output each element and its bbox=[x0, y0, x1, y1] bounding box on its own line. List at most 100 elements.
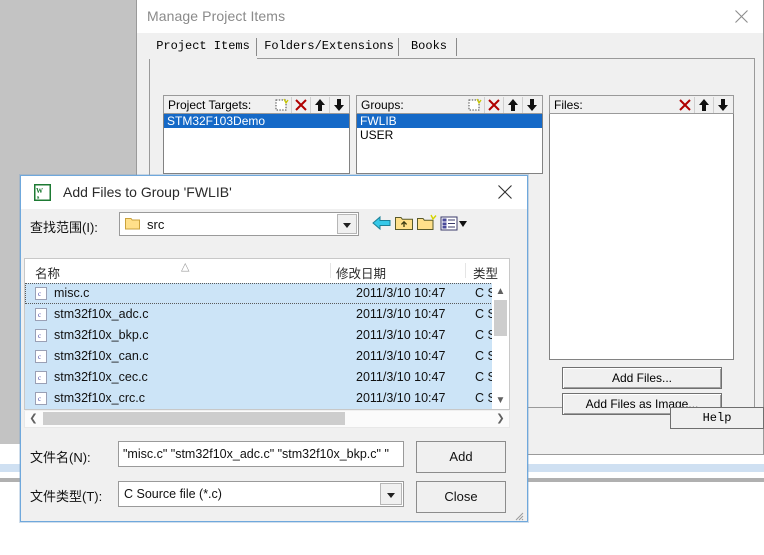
files-list[interactable] bbox=[549, 114, 734, 360]
manage-window-title: Manage Project Items bbox=[147, 8, 286, 24]
file-list[interactable]: 名称 修改日期 类型 △ c misc.c 2011/3/10 10:47 C … bbox=[24, 258, 510, 410]
file-date: 2011/3/10 10:47 bbox=[356, 349, 446, 363]
chevron-down-icon[interactable] bbox=[380, 483, 402, 505]
back-arrow-icon[interactable] bbox=[371, 213, 393, 238]
file-name: stm32f10x_cec.c bbox=[54, 370, 148, 384]
tab-bar: Project Items Folders/Extensions Books bbox=[149, 37, 755, 59]
move-down-icon[interactable] bbox=[522, 97, 541, 113]
move-up-icon[interactable] bbox=[503, 97, 522, 113]
svg-text:c: c bbox=[38, 374, 41, 382]
scroll-right-icon[interactable]: ❯ bbox=[492, 411, 509, 426]
scrollbar-thumb[interactable] bbox=[494, 300, 507, 336]
file-name-input[interactable]: "misc.c" "stm32f10x_adc.c" "stm32f10x_bk… bbox=[118, 441, 404, 467]
close-button[interactable]: Close bbox=[416, 481, 506, 513]
view-mode-icon[interactable] bbox=[440, 213, 468, 238]
table-row[interactable]: c stm32f10x_adc.c 2011/3/10 10:47 C Sc bbox=[25, 304, 509, 325]
groups-toolbar bbox=[466, 97, 541, 113]
keil-uvision-icon: W s bbox=[34, 184, 51, 201]
column-header-type[interactable]: 类型 bbox=[473, 263, 498, 282]
table-row[interactable]: c stm32f10x_crc.c 2011/3/10 10:47 C Sc bbox=[25, 388, 509, 409]
table-row[interactable]: c stm32f10x_bkp.c 2011/3/10 10:47 C Sc bbox=[25, 325, 509, 346]
svg-text:c: c bbox=[38, 332, 41, 340]
vertical-scrollbar[interactable]: ▲ ▼ bbox=[492, 283, 509, 409]
resize-grip[interactable] bbox=[512, 508, 524, 521]
tab-project-items[interactable]: Project Items bbox=[149, 37, 257, 58]
up-folder-icon[interactable] bbox=[394, 213, 414, 238]
file-type-combobox[interactable]: C Source file (*.c) bbox=[118, 481, 404, 507]
table-row[interactable]: c misc.c 2011/3/10 10:47 C Sc bbox=[25, 283, 509, 304]
file-date: 2011/3/10 10:47 bbox=[356, 328, 446, 342]
list-item-label: FWLIB bbox=[360, 114, 397, 128]
add-files-dialog-title: Add Files to Group 'FWLIB' bbox=[63, 184, 232, 200]
project-targets-panel: Project Targets: STM32F103Demo bbox=[163, 95, 350, 174]
c-file-icon: c bbox=[35, 392, 47, 405]
c-file-icon: c bbox=[35, 371, 47, 384]
project-targets-label: Project Targets: bbox=[168, 98, 252, 112]
add-files-button[interactable]: Add Files... bbox=[562, 367, 722, 389]
list-item-label: STM32F103Demo bbox=[167, 114, 266, 128]
chevron-down-icon[interactable] bbox=[337, 214, 357, 234]
move-up-icon[interactable] bbox=[310, 97, 329, 113]
list-item[interactable]: STM32F103Demo bbox=[164, 114, 349, 128]
add-button[interactable]: Add bbox=[416, 441, 506, 473]
column-header-name[interactable]: 名称 bbox=[35, 263, 60, 282]
look-in-label: 查找范围(I): bbox=[30, 220, 98, 235]
scroll-left-icon[interactable]: ❮ bbox=[25, 411, 42, 426]
move-down-icon[interactable] bbox=[329, 97, 348, 113]
delete-icon[interactable] bbox=[676, 97, 694, 113]
files-label: Files: bbox=[554, 98, 583, 112]
table-row[interactable]: c stm32f10x_cec.c 2011/3/10 10:47 C Sc bbox=[25, 367, 509, 388]
scroll-up-icon[interactable]: ▲ bbox=[492, 283, 509, 300]
close-icon[interactable] bbox=[719, 0, 763, 32]
delete-icon[interactable] bbox=[484, 97, 503, 113]
tab-divider bbox=[456, 38, 457, 56]
groups-panel: Groups: FWLIB USER bbox=[356, 95, 543, 174]
new-icon[interactable] bbox=[466, 97, 484, 113]
new-folder-icon[interactable] bbox=[416, 213, 438, 238]
look-in-combobox[interactable]: src bbox=[119, 212, 359, 236]
move-up-icon[interactable] bbox=[694, 97, 713, 113]
list-item[interactable]: USER bbox=[357, 128, 542, 142]
tab-divider bbox=[398, 38, 399, 56]
file-name: stm32f10x_adc.c bbox=[54, 307, 149, 321]
column-divider[interactable] bbox=[465, 263, 466, 278]
help-button[interactable]: Help bbox=[670, 407, 764, 429]
c-file-icon: c bbox=[35, 350, 47, 363]
svg-text:c: c bbox=[38, 395, 41, 403]
scrollbar-thumb[interactable] bbox=[43, 412, 345, 425]
tab-label: Books bbox=[410, 39, 447, 53]
delete-icon[interactable] bbox=[291, 97, 310, 113]
svg-text:W: W bbox=[36, 187, 43, 195]
c-file-icon: c bbox=[35, 308, 47, 321]
move-down-icon[interactable] bbox=[713, 97, 732, 113]
project-targets-header: Project Targets: bbox=[163, 95, 350, 114]
column-divider[interactable] bbox=[330, 263, 331, 278]
groups-list[interactable]: FWLIB USER bbox=[356, 114, 543, 174]
file-name-value: "misc.c" "stm32f10x_adc.c" "stm32f10x_bk… bbox=[123, 447, 389, 461]
list-item[interactable]: FWLIB bbox=[357, 114, 542, 128]
new-icon[interactable] bbox=[273, 97, 291, 113]
help-label: Help bbox=[702, 411, 732, 425]
close-icon[interactable] bbox=[483, 176, 527, 208]
file-date: 2011/3/10 10:47 bbox=[356, 370, 446, 384]
add-button-label: Add bbox=[449, 449, 473, 464]
project-targets-list[interactable]: STM32F103Demo bbox=[163, 114, 350, 174]
file-name: stm32f10x_can.c bbox=[54, 349, 149, 363]
horizontal-scrollbar[interactable]: ❮ ❯ bbox=[24, 411, 510, 428]
manage-window-titlebar: Manage Project Items bbox=[137, 0, 763, 34]
folder-icon bbox=[125, 217, 140, 230]
groups-label: Groups: bbox=[361, 98, 404, 112]
column-header-date[interactable]: 修改日期 bbox=[336, 263, 386, 282]
list-item-label: USER bbox=[360, 128, 394, 142]
scroll-down-icon[interactable]: ▼ bbox=[492, 392, 509, 409]
tab-folders-extensions[interactable]: Folders/Extensions bbox=[259, 37, 399, 58]
groups-header: Groups: bbox=[356, 95, 543, 114]
look-in-value: src bbox=[147, 217, 165, 232]
file-type-value: C Source file (*.c) bbox=[124, 487, 222, 501]
tab-books[interactable]: Books bbox=[401, 37, 457, 58]
table-row[interactable]: c stm32f10x_can.c 2011/3/10 10:47 C Sc bbox=[25, 346, 509, 367]
svg-text:c: c bbox=[38, 353, 41, 361]
tab-divider bbox=[256, 38, 257, 56]
file-list-header: 名称 修改日期 类型 △ bbox=[25, 259, 509, 284]
file-name: stm32f10x_crc.c bbox=[54, 391, 146, 405]
